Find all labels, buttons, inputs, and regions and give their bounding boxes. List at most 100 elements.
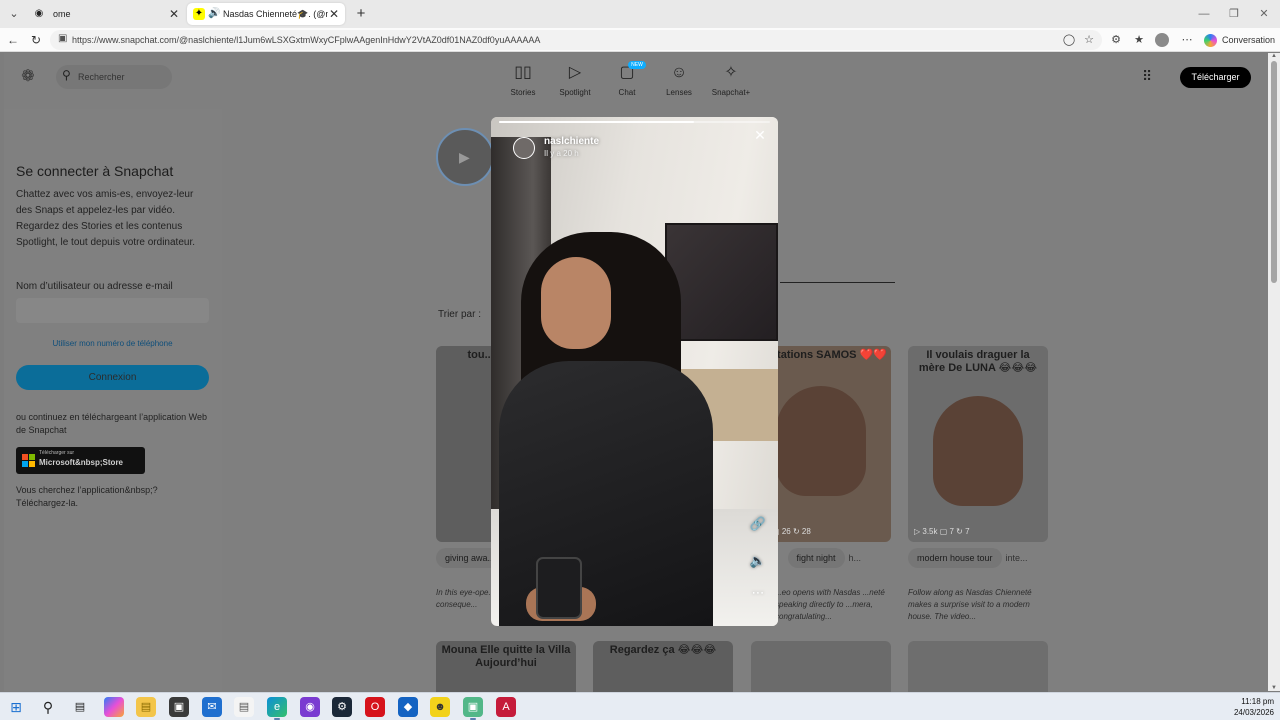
username-label: Nom d’utilisateur ou adresse e-mail	[16, 281, 173, 292]
app-icon[interactable]: ☻	[430, 697, 450, 717]
apps-grid-icon[interactable]: ⠿	[1142, 68, 1152, 85]
link-icon[interactable]: 🔗	[749, 515, 767, 533]
extensions-icon[interactable]: ⚙	[1108, 32, 1124, 48]
store-icon[interactable]: ▣	[169, 697, 189, 717]
username-field[interactable]	[16, 298, 209, 323]
more-options-icon[interactable]: ⋯	[749, 584, 767, 602]
close-window-icon[interactable]: ✕	[1244, 0, 1280, 28]
card-caption: Regardez ça 😂😂😂	[609, 644, 717, 656]
copilot-icon[interactable]	[104, 697, 124, 717]
topic-tag[interactable]: h...	[849, 553, 862, 563]
notepad-icon[interactable]: ▤	[234, 697, 254, 717]
download-button[interactable]: Télécharger	[1180, 67, 1251, 88]
browser-profile-avatar[interactable]	[1155, 33, 1169, 47]
task-view-icon[interactable]: ▤	[70, 697, 90, 717]
windows-taskbar: ⊞ ⚲ ▤ ▤ ▣ ✉ ▤ e ◉ ⚙ O ◆ ☻ ▣ A 11:18 pm 2…	[0, 692, 1280, 720]
scroll-down-icon[interactable]: ▼	[1268, 685, 1280, 691]
search-icon[interactable]: ⚲	[38, 697, 58, 717]
story-viewer[interactable]: naslchiente Il y a 20 h ✕ 🔗 🔈 ⋯	[491, 117, 778, 626]
microsoft-store-badge[interactable]: Télécharger sur Microsoft&nbsp;Store	[16, 447, 145, 474]
active-tab-underline	[780, 282, 895, 283]
close-tab-icon[interactable]: ✕	[169, 3, 179, 25]
close-tab-icon[interactable]: ✕	[329, 3, 339, 25]
stories-icon: ▯▯	[514, 64, 532, 81]
story-progress-bar	[499, 121, 770, 123]
back-arrow-icon[interactable]: ←	[4, 31, 22, 49]
search-input[interactable]: ⚲ Rechercher	[56, 65, 172, 89]
story-author-avatar[interactable]	[513, 137, 535, 159]
continue-text: ou continuez en téléchargeant l’applicat…	[16, 412, 207, 435]
scrollbar-thumb[interactable]	[1271, 61, 1277, 283]
clock-time: 11:18 pm	[1241, 697, 1274, 706]
edge-icon[interactable]: e	[267, 697, 287, 720]
favorite-star-icon[interactable]: ☆	[1081, 32, 1097, 48]
copilot-button[interactable]: Conversation	[1204, 31, 1275, 49]
video-frame-detail	[499, 361, 713, 626]
nav-spotlight[interactable]: ▷ Spotlight	[550, 63, 600, 97]
url-field[interactable]: ▣ https://www.snapchat.com/@naslchiente/…	[50, 30, 1102, 50]
chat-new-badge: NEW	[628, 61, 646, 69]
system-clock[interactable]: 11:18 pm 24/03/2026	[1228, 696, 1274, 718]
app-icon[interactable]: A	[496, 697, 516, 717]
search-icon: ⚲	[62, 68, 71, 82]
download-app-link[interactable]: Téléchargez-la.	[16, 497, 158, 510]
scroll-up-icon[interactable]: ▲	[1268, 53, 1280, 59]
play-icon: ▶	[459, 149, 470, 165]
story-author-name[interactable]: naslchiente	[544, 136, 599, 147]
mail-icon[interactable]: ✉	[202, 697, 222, 717]
nav-label: Snapchat+	[711, 88, 751, 97]
video-frame-detail	[536, 557, 582, 619]
snapchat-plus-icon: ✧	[724, 64, 738, 81]
looking-for-app-text: Vous cherchez l’application&nbsp;? Téléc…	[16, 484, 158, 510]
topic-tag[interactable]: modern house tour	[908, 548, 1002, 568]
card-caption: Il voulais draguer la mère De LUNA 😂😂😂	[918, 349, 1038, 374]
volume-icon[interactable]: 🔈	[749, 552, 767, 570]
card-description: Follow along as Nasdas Chienneté makes a…	[908, 588, 1032, 621]
video-frame-detail	[665, 223, 778, 341]
spotlight-icon: ▷	[568, 64, 582, 81]
use-phone-link[interactable]: Utiliser mon numéro de téléphone	[16, 339, 209, 348]
close-icon[interactable]: ✕	[751, 126, 769, 144]
start-icon[interactable]: ⊞	[6, 697, 26, 717]
nav-snapchat-plus[interactable]: ✧ Snapchat+	[706, 63, 756, 97]
copilot-label: Conversation	[1222, 35, 1276, 45]
browser-tab-home[interactable]: ◉ ome ✕	[27, 3, 185, 25]
spotlight-card[interactable]: Il voulais draguer la mère De LUNA 😂😂😂 ▷…	[908, 346, 1048, 542]
nav-lenses[interactable]: ☺ Lenses	[654, 63, 704, 97]
file-explorer-icon[interactable]: ▤	[136, 697, 156, 717]
new-tab-button[interactable]: +	[351, 3, 371, 25]
site-info-icon[interactable]: ▣	[58, 33, 67, 44]
profile-avatar[interactable]: ▶	[436, 128, 494, 186]
reader-icon[interactable]: ◯	[1061, 32, 1077, 48]
nav-stories[interactable]: ▯▯ Stories	[498, 63, 548, 97]
topic-tag[interactable]: inte...	[1006, 553, 1028, 563]
speaker-icon[interactable]: 🔊	[208, 3, 220, 25]
topic-tag[interactable]: fight night	[787, 548, 845, 568]
page-scrollbar[interactable]: ▲ ▼	[1268, 53, 1280, 691]
store-badge-small: Télécharger sur	[39, 450, 75, 456]
story-timestamp: Il y a 20 h	[544, 149, 579, 158]
browser-tab-title: Nasdas Chienneté🎓. (@nasl	[223, 9, 328, 19]
refresh-icon[interactable]: ↻	[27, 31, 45, 49]
story-progress-fill	[499, 121, 695, 123]
lenses-icon: ☺	[670, 64, 688, 81]
microsoft-logo-icon	[22, 454, 35, 467]
app-icon[interactable]: ◆	[398, 697, 418, 717]
snapchat-ghost-icon: ✦	[193, 8, 205, 20]
tab-actions-chevron-icon[interactable]: ⌄	[4, 4, 24, 24]
favorites-icon[interactable]: ★	[1131, 32, 1147, 48]
snapchat-ghost-icon[interactable]: ❁	[18, 67, 38, 87]
copilot-icon	[1204, 34, 1217, 47]
nav-label: Stories	[510, 88, 536, 97]
app-icon[interactable]: ▣	[463, 697, 483, 720]
card-caption: Mouna Elle quitte la Villa Aujourd’hui	[441, 644, 571, 669]
looking-line-1: Vous cherchez l’application&nbsp;?	[16, 485, 158, 495]
more-menu-icon[interactable]: ⋯	[1179, 32, 1195, 48]
app-icon[interactable]: ◉	[300, 697, 320, 717]
login-button[interactable]: Connexion	[16, 365, 209, 390]
steam-icon[interactable]: ⚙	[332, 697, 352, 717]
opera-icon[interactable]: O	[365, 697, 385, 717]
browser-tab-snapchat[interactable]: ✦ 🔊 Nasdas Chienneté🎓. (@nasl ✕	[187, 3, 345, 25]
card-thumbnail	[776, 386, 866, 496]
login-description: Chattez avec vos amis-es, envoyez-leur d…	[16, 189, 196, 248]
